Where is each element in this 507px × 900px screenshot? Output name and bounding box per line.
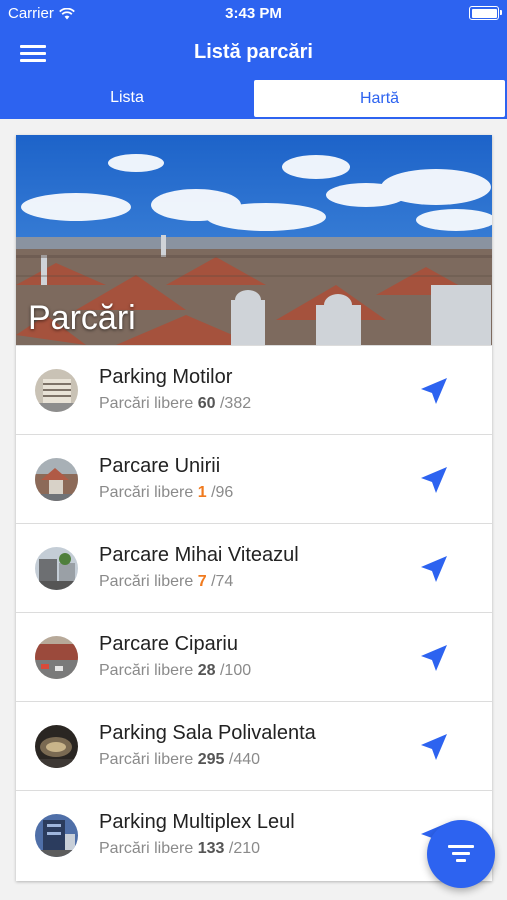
parking-availability: Parcări libere 60 /382: [99, 395, 251, 413]
app-header: Listă parcări: [0, 28, 507, 78]
free-label: Parcări libere: [99, 840, 194, 857]
parking-row-unirii[interactable]: Parcare Unirii Parcări libere 1 /96: [16, 434, 492, 523]
parking-availability: Parcări libere 28 /100: [99, 662, 251, 680]
free-count: 60: [197, 395, 216, 412]
free-label: Parcări libere: [99, 484, 194, 501]
navigate-arrow-icon[interactable]: [420, 644, 448, 672]
parking-thumbnail: [35, 725, 78, 768]
parking-name: Parking Multiplex Leul: [99, 811, 295, 833]
free-label: Parcări libere: [99, 395, 194, 412]
parking-name: Parcare Cipariu: [99, 633, 238, 655]
parking-availability: Parcări libere 7 /74: [99, 573, 233, 591]
battery-icon: [469, 6, 502, 20]
navigate-arrow-icon[interactable]: [420, 377, 448, 405]
free-count: 7: [197, 573, 207, 590]
parking-list-card: Parcări Parking Motilor Parcări libere 6…: [16, 135, 492, 881]
free-label: Parcări libere: [99, 662, 194, 679]
parking-thumbnail: [35, 814, 78, 857]
page-title: Listă parcări: [194, 41, 313, 63]
parking-thumbnail: [35, 636, 78, 679]
free-count: 133: [197, 840, 225, 857]
filter-icon-line: [452, 852, 470, 855]
total-count: /74: [211, 573, 234, 590]
tab-lista[interactable]: Lista: [0, 78, 254, 117]
status-bar: Carrier 3:43 PM: [0, 0, 507, 28]
parking-availability: Parcări libere 133 /210: [99, 840, 260, 858]
parking-thumbnail: [35, 458, 78, 501]
free-count: 295: [197, 751, 225, 768]
parking-row-multiplex-leul[interactable]: Parking Multiplex Leul Parcări libere 13…: [16, 790, 492, 879]
free-count: 28: [197, 662, 216, 679]
parking-availability: Parcări libere 295 /440: [99, 751, 260, 769]
banner-title: Parcări: [28, 299, 136, 337]
total-count: /440: [228, 751, 261, 768]
total-count: /382: [219, 395, 252, 412]
filter-icon: [448, 845, 474, 848]
parking-name: Parking Motilor: [99, 366, 233, 388]
navigate-arrow-icon[interactable]: [420, 555, 448, 583]
parking-thumbnail: [35, 369, 78, 412]
filter-button[interactable]: [427, 820, 495, 888]
total-count: /210: [228, 840, 261, 857]
tab-bar: Lista Hartă: [0, 78, 507, 119]
free-label: Parcări libere: [99, 751, 194, 768]
parking-thumbnail: [35, 547, 78, 590]
parking-row-sala-polivalenta[interactable]: Parking Sala Polivalenta Parcări libere …: [16, 701, 492, 790]
parking-availability: Parcări libere 1 /96: [99, 484, 233, 502]
parking-name: Parcare Mihai Viteazul: [99, 544, 299, 566]
filter-icon-line: [456, 859, 466, 862]
city-banner: Parcări: [16, 135, 492, 345]
navigate-arrow-icon[interactable]: [420, 466, 448, 494]
free-count: 1: [197, 484, 207, 501]
total-count: /96: [211, 484, 234, 501]
tab-harta[interactable]: Hartă: [254, 80, 505, 117]
parking-row-mihai-viteazul[interactable]: Parcare Mihai Viteazul Parcări libere 7 …: [16, 523, 492, 612]
parking-name: Parking Sala Polivalenta: [99, 722, 316, 744]
parking-name: Parcare Unirii: [99, 455, 221, 477]
navigate-arrow-icon[interactable]: [420, 733, 448, 761]
free-label: Parcări libere: [99, 573, 194, 590]
parking-row-cipariu[interactable]: Parcare Cipariu Parcări libere 28 /100: [16, 612, 492, 701]
parking-row-motilor[interactable]: Parking Motilor Parcări libere 60 /382: [16, 345, 492, 434]
total-count: /100: [219, 662, 252, 679]
status-time: 3:43 PM: [225, 5, 282, 22]
